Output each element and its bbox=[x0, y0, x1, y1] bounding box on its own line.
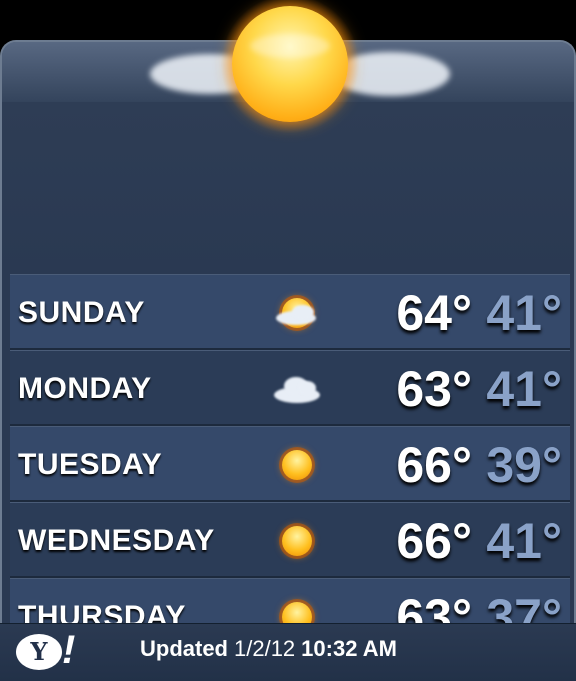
updated-date: 1/2/12 bbox=[234, 636, 296, 661]
forecast-day: SUNDAY bbox=[18, 296, 145, 329]
cloud-icon bbox=[270, 365, 322, 413]
forecast-day: TUESDAY bbox=[18, 448, 163, 481]
widget-footer: Y ! Updated 1/2/12 10:32 AM bbox=[0, 623, 576, 681]
updated-label: Updated bbox=[140, 636, 228, 661]
sun-icon bbox=[270, 441, 322, 489]
forecast-low: 41° bbox=[486, 361, 562, 417]
yahoo-logo-icon[interactable]: Y ! bbox=[16, 628, 76, 672]
forecast-list: SUNDAY 64° 41° MONDAY 63° 41° TUESDAY 66… bbox=[10, 274, 570, 654]
forecast-low: 41° bbox=[486, 285, 562, 341]
forecast-day: WEDNESDAY bbox=[18, 524, 215, 557]
forecast-high: 66° bbox=[396, 437, 472, 493]
sun-cloud-icon bbox=[270, 289, 322, 337]
updated-time: 10:32 AM bbox=[301, 636, 397, 661]
forecast-low: 39° bbox=[486, 437, 562, 493]
sun-icon bbox=[270, 517, 322, 565]
forecast-row[interactable]: MONDAY 63° 41° bbox=[10, 350, 570, 426]
sun-with-clouds-icon bbox=[150, 0, 450, 144]
forecast-high: 64° bbox=[396, 285, 472, 341]
forecast-day: MONDAY bbox=[18, 372, 152, 405]
forecast-row[interactable]: WEDNESDAY 66° 41° bbox=[10, 502, 570, 578]
updated-status: Updated 1/2/12 10:32 AM bbox=[140, 624, 397, 674]
forecast-row[interactable]: TUESDAY 66° 39° bbox=[10, 426, 570, 502]
forecast-high: 66° bbox=[396, 513, 472, 569]
forecast-low: 41° bbox=[486, 513, 562, 569]
forecast-row[interactable]: SUNDAY 64° 41° bbox=[10, 274, 570, 350]
forecast-high: 63° bbox=[396, 361, 472, 417]
